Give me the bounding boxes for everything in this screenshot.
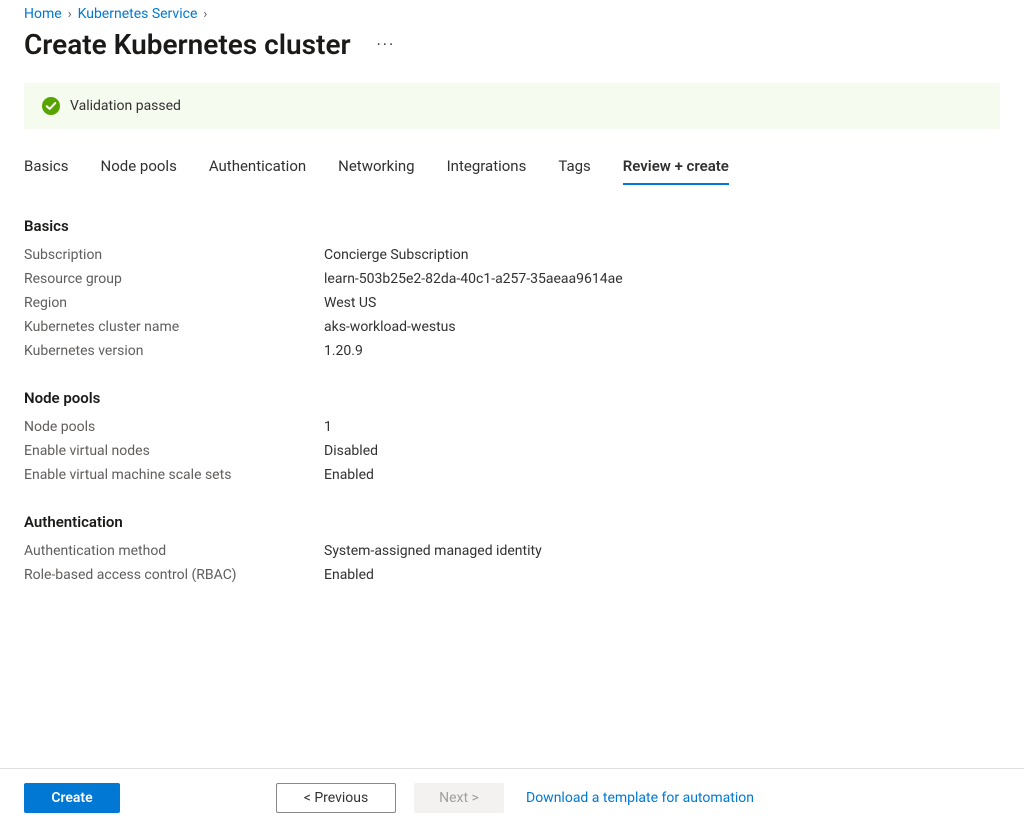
tab-node-pools[interactable]: Node pools (101, 157, 177, 185)
more-actions-button[interactable]: ··· (371, 33, 402, 56)
tab-integrations[interactable]: Integrations (447, 157, 527, 185)
row-resource-group: Resource group learn-503b25e2-82da-40c1-… (24, 271, 1000, 287)
row-subscription: Subscription Concierge Subscription (24, 247, 1000, 263)
value-subscription: Concierge Subscription (324, 247, 469, 263)
previous-button[interactable]: < Previous (276, 783, 396, 813)
section-authentication: Authentication Authentication method Sys… (24, 513, 1000, 583)
value-auth-method: System-assigned managed identity (324, 543, 542, 559)
breadcrumb-kubernetes-service[interactable]: Kubernetes Service (78, 6, 198, 22)
breadcrumb: Home › Kubernetes Service › (24, 6, 1000, 22)
label-subscription: Subscription (24, 247, 324, 263)
validation-message: Validation passed (70, 98, 181, 114)
row-kubernetes-version: Kubernetes version 1.20.9 (24, 343, 1000, 359)
section-authentication-title: Authentication (24, 513, 1000, 531)
chevron-right-icon: › (68, 7, 72, 22)
tab-networking[interactable]: Networking (338, 157, 414, 185)
label-auth-method: Authentication method (24, 543, 324, 559)
label-kubernetes-version: Kubernetes version (24, 343, 324, 359)
next-button: Next > (414, 783, 504, 813)
validation-banner: Validation passed (24, 83, 1000, 129)
label-rbac: Role-based access control (RBAC) (24, 567, 324, 583)
tabs: Basics Node pools Authentication Network… (24, 157, 1000, 185)
value-vmss: Enabled (324, 467, 374, 483)
section-node-pools-title: Node pools (24, 389, 1000, 407)
row-cluster-name: Kubernetes cluster name aks-workload-wes… (24, 319, 1000, 335)
tab-basics[interactable]: Basics (24, 157, 69, 185)
value-resource-group: learn-503b25e2-82da-40c1-a257-35aeaa9614… (324, 271, 623, 287)
value-virtual-nodes: Disabled (324, 443, 378, 459)
label-region: Region (24, 295, 324, 311)
value-kubernetes-version: 1.20.9 (324, 343, 363, 359)
chevron-right-icon: › (203, 7, 207, 22)
label-cluster-name: Kubernetes cluster name (24, 319, 324, 335)
value-region: West US (324, 295, 376, 311)
tab-authentication[interactable]: Authentication (209, 157, 306, 185)
label-virtual-nodes: Enable virtual nodes (24, 443, 324, 459)
breadcrumb-home[interactable]: Home (24, 6, 62, 22)
row-rbac: Role-based access control (RBAC) Enabled (24, 567, 1000, 583)
page-title: Create Kubernetes cluster (24, 28, 351, 61)
row-virtual-nodes: Enable virtual nodes Disabled (24, 443, 1000, 459)
download-template-link[interactable]: Download a template for automation (526, 790, 754, 806)
row-node-pools: Node pools 1 (24, 419, 1000, 435)
label-resource-group: Resource group (24, 271, 324, 287)
row-region: Region West US (24, 295, 1000, 311)
tab-review-create[interactable]: Review + create (623, 157, 729, 185)
tab-tags[interactable]: Tags (558, 157, 590, 185)
section-basics-title: Basics (24, 217, 1000, 235)
row-auth-method: Authentication method System-assigned ma… (24, 543, 1000, 559)
value-node-pools: 1 (324, 419, 332, 435)
success-check-icon (42, 97, 60, 115)
row-vmss: Enable virtual machine scale sets Enable… (24, 467, 1000, 483)
label-vmss: Enable virtual machine scale sets (24, 467, 324, 483)
label-node-pools: Node pools (24, 419, 324, 435)
value-rbac: Enabled (324, 567, 374, 583)
create-button[interactable]: Create (24, 783, 120, 813)
footer: Create < Previous Next > Download a temp… (0, 768, 1024, 827)
value-cluster-name: aks-workload-westus (324, 319, 456, 335)
section-basics: Basics Subscription Concierge Subscripti… (24, 217, 1000, 359)
section-node-pools: Node pools Node pools 1 Enable virtual n… (24, 389, 1000, 483)
